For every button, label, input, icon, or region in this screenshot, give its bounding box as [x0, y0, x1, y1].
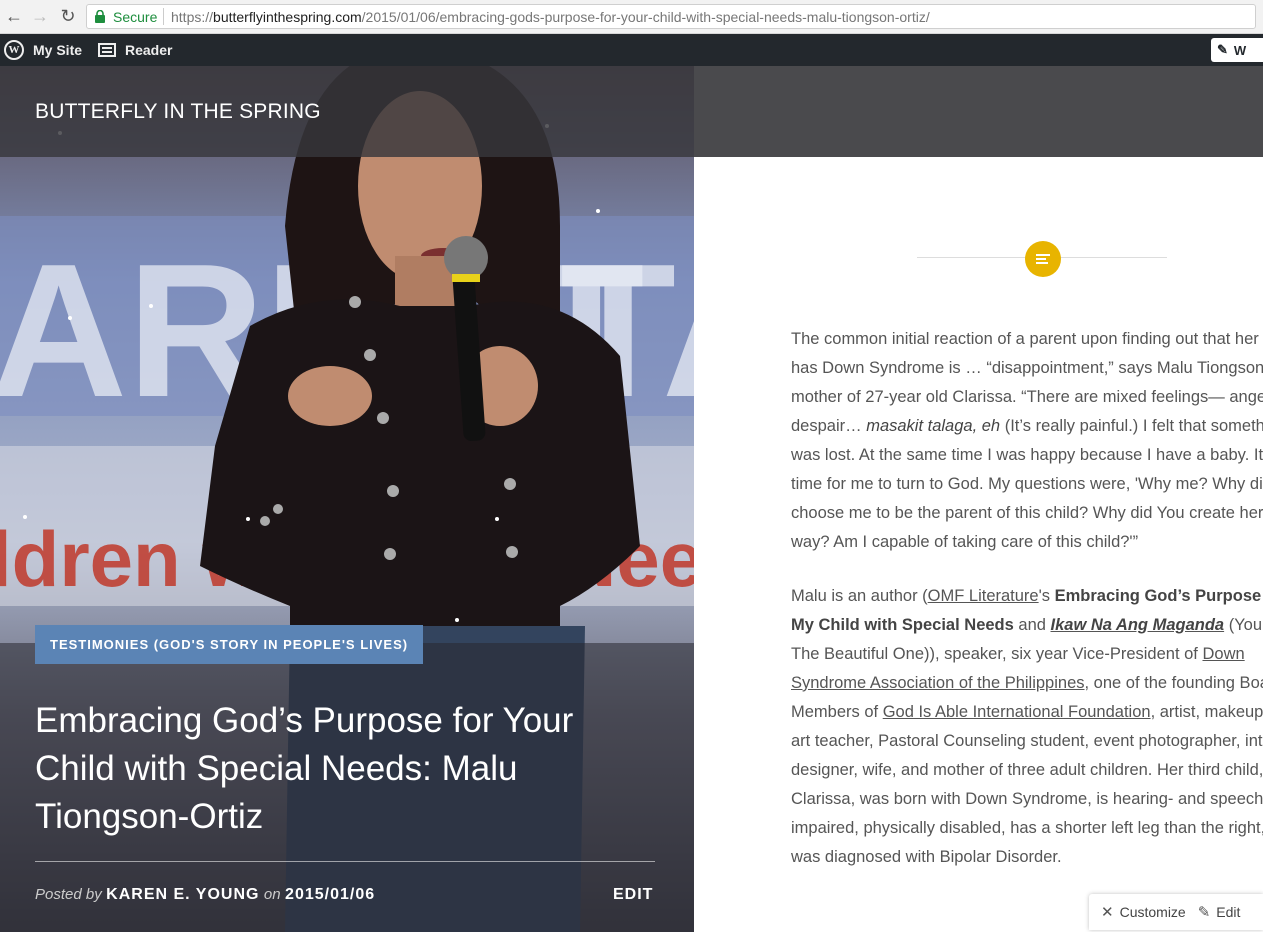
pencil-icon: ✎: [1197, 904, 1211, 921]
on-label: on: [263, 886, 281, 903]
category-badge[interactable]: TESTIMONIES (GOD'S STORY IN PEOPLE'S LIV…: [35, 625, 424, 664]
title-divider: [35, 861, 655, 862]
post-byline: Posted by KAREN E. YOUNG on 2015/01/06: [35, 886, 375, 904]
my-site-menu[interactable]: W My Site: [4, 34, 82, 66]
reader-label: Reader: [125, 42, 173, 58]
url-text[interactable]: https://butterflyinthespring.com/2015/01…: [171, 9, 930, 25]
p1-emphasis: masakit talaga, eh: [866, 417, 1001, 435]
customize-button[interactable]: ✕ Customize: [1101, 903, 1186, 921]
p2-text-2: 's: [1038, 587, 1055, 605]
url-path: /2015/01/06/embracing-gods-purpose-for-y…: [361, 9, 930, 25]
post-title: Embracing God’s Purpose for Your Child w…: [35, 701, 574, 836]
edit-label: Edit: [1216, 904, 1241, 920]
p1-text-b: (It’s really painful.) I felt that somet…: [791, 417, 1263, 551]
browser-toolbar: ← → ↻ Secure https://butterflyinthesprin…: [0, 0, 1263, 34]
post-format-icon: [1025, 241, 1061, 277]
god-is-able-link[interactable]: God Is Able International Foundation: [883, 703, 1151, 721]
p2-text-3: and: [1013, 616, 1051, 634]
paragraph-2: Malu is an author (OMF Literature's Embr…: [791, 582, 1263, 872]
paragraph-1: The common initial reaction of a parent …: [791, 325, 1263, 557]
customize-label: Customize: [1119, 904, 1186, 920]
reload-icon[interactable]: ↻: [58, 6, 78, 26]
reader-menu[interactable]: Reader: [98, 34, 172, 66]
write-label: W: [1233, 42, 1247, 58]
post-content-area: The common initial reaction of a parent …: [694, 157, 1263, 932]
right-header-band: [694, 66, 1263, 157]
edit-post-link[interactable]: EDIT: [613, 886, 653, 904]
lock-icon: [95, 10, 105, 23]
p2-text-6: , artist, makeup artist, art teacher, Pa…: [791, 703, 1263, 866]
back-arrow-icon[interactable]: ←: [4, 6, 24, 26]
tools-icon: ✕: [1101, 904, 1114, 921]
post-date-link[interactable]: 2015/01/06: [285, 886, 375, 903]
my-site-label: My Site: [33, 42, 83, 58]
pencil-icon: ✎: [1217, 42, 1228, 57]
customize-bar: ✕ Customize ✎ Edit: [1089, 894, 1263, 930]
address-bar[interactable]: Secure https://butterflyinthespring.com/…: [86, 4, 1256, 29]
wordpress-logo-icon: W: [4, 40, 24, 60]
book-title-2: Ikaw Na Ang Maganda: [1050, 616, 1225, 634]
post-hero: ARENT TA ldren with Nee: [0, 66, 694, 932]
reader-icon: [98, 43, 116, 57]
url-scheme: https://: [171, 9, 214, 25]
p2-text-1: Malu is an author (: [791, 587, 928, 605]
write-button[interactable]: ✎ W: [1211, 38, 1263, 62]
url-host: butterflyinthespring.com: [213, 9, 362, 25]
wp-admin-bar: W My Site Reader ✎ W: [0, 34, 1263, 66]
forward-arrow-icon[interactable]: →: [30, 6, 50, 26]
secure-label: Secure: [113, 9, 158, 25]
url-separator: [163, 8, 164, 25]
posted-by-label: Posted by: [35, 886, 102, 903]
book-title-2-link[interactable]: Ikaw Na Ang Maganda: [1051, 616, 1225, 634]
site-title[interactable]: BUTTERFLY IN THE SPRING: [35, 100, 321, 124]
post-body: The common initial reaction of a parent …: [791, 325, 1263, 897]
omf-literature-link[interactable]: OMF Literature: [928, 587, 1039, 605]
edit-button[interactable]: ✎ Edit: [1198, 903, 1241, 921]
site-header: BUTTERFLY IN THE SPRING: [0, 66, 694, 157]
author-link[interactable]: KAREN E. YOUNG: [106, 886, 259, 903]
